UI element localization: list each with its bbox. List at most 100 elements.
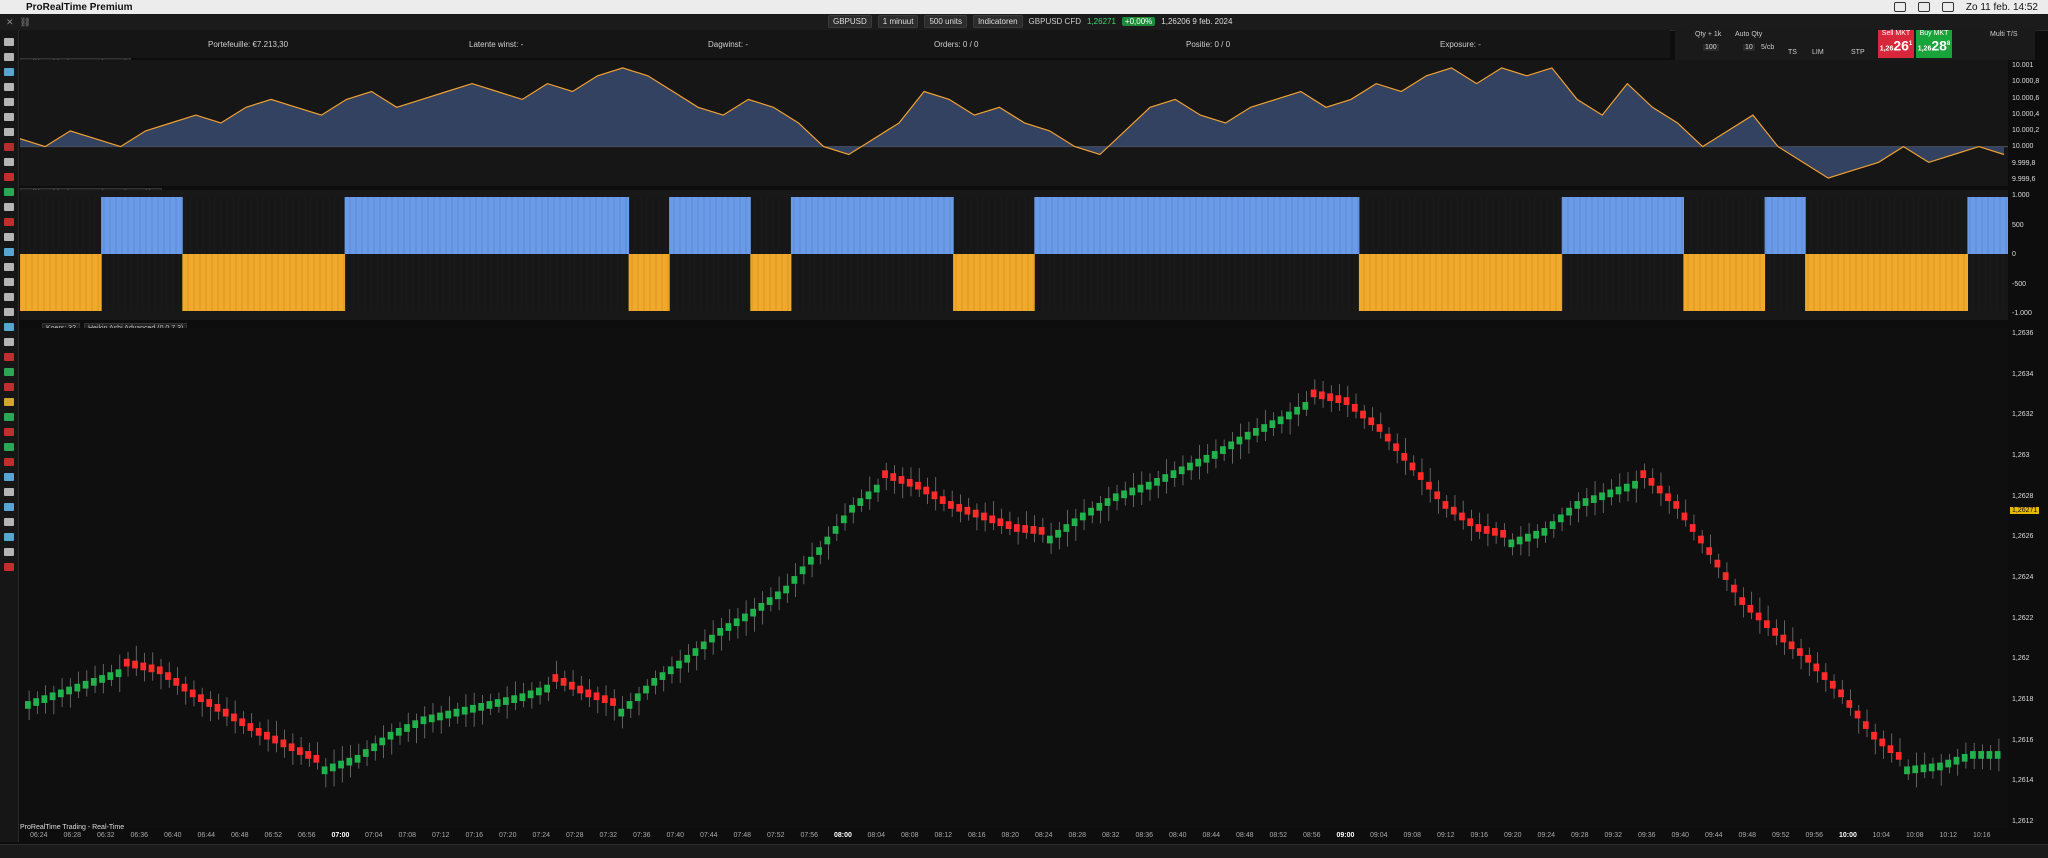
- bear-candle: [206, 699, 213, 707]
- drawing-tool-icon[interactable]: [4, 68, 14, 76]
- bull-candle: [362, 749, 369, 757]
- y-tick-label: -1.000: [2012, 310, 2032, 317]
- drawing-tool-icon[interactable]: [4, 248, 14, 256]
- bull-candle: [676, 660, 682, 669]
- y-tick-label: 10.000,4: [2012, 110, 2040, 118]
- lim-button[interactable]: LIM: [1812, 49, 1824, 56]
- bear-candle: [1871, 731, 1877, 740]
- drawing-tool-icon[interactable]: [4, 113, 14, 121]
- drawing-tool-icon[interactable]: [4, 518, 14, 526]
- indicators-button[interactable]: Indicatoren: [972, 15, 1023, 28]
- drawing-tool-icon[interactable]: [4, 323, 14, 331]
- drawing-tool-icon[interactable]: [4, 338, 14, 346]
- drawing-tool-icon[interactable]: [4, 533, 14, 541]
- wifi-icon[interactable]: [1893, 2, 1906, 12]
- x-tick-label: 06:56: [298, 832, 316, 839]
- buy-market-button[interactable]: Buy MKT 1,26288: [1916, 30, 1952, 58]
- drawing-tool-icon[interactable]: [4, 83, 14, 91]
- x-tick-label: 09:44: [1705, 832, 1723, 839]
- ts-button[interactable]: TS: [1788, 49, 1797, 56]
- drawing-tool-icon[interactable]: [4, 143, 14, 151]
- equity-chart[interactable]: [20, 60, 2008, 186]
- auto-qty-toggle[interactable]: Auto Qty: [1735, 31, 1762, 38]
- price-chart[interactable]: [20, 328, 2008, 828]
- drawing-tool-icon[interactable]: [4, 38, 14, 46]
- drawing-tool-icon[interactable]: [4, 398, 14, 406]
- drawing-tool-icon[interactable]: [4, 158, 14, 166]
- qty-input[interactable]: 100: [1703, 44, 1719, 51]
- orders-count[interactable]: Orders: 0 / 0: [934, 40, 978, 49]
- drawing-tool-icon[interactable]: [4, 488, 14, 496]
- drawing-tool-icon[interactable]: [4, 458, 14, 466]
- bull-candle: [420, 716, 427, 725]
- link-icon[interactable]: ⛓: [20, 17, 31, 28]
- qty-label[interactable]: Qty + 1k: [1695, 31, 1721, 38]
- drawing-tool-icon[interactable]: [4, 203, 14, 211]
- bull-candle: [115, 669, 122, 678]
- clock[interactable]: Zo 11 feb. 14:52: [1966, 2, 2038, 13]
- x-tick-label: 07:40: [666, 832, 685, 839]
- y-tick-label: 1,2632: [2012, 411, 2034, 419]
- drawing-tool-icon[interactable]: [4, 473, 14, 481]
- bull-candle: [329, 763, 336, 772]
- bull-candle: [1961, 753, 1968, 762]
- bull-candle: [1945, 759, 1952, 768]
- drawing-tool-icon[interactable]: [4, 428, 14, 436]
- x-tick-label: 08:08: [901, 832, 919, 839]
- bull-candle: [1228, 441, 1235, 450]
- drawing-tool-icon[interactable]: [4, 383, 14, 391]
- drawing-tool-icon[interactable]: [4, 128, 14, 136]
- stp-button[interactable]: STP: [1851, 49, 1865, 56]
- drawing-tool-icon[interactable]: [4, 353, 14, 361]
- search-icon[interactable]: [1941, 2, 1954, 12]
- position-count[interactable]: Positie: 0 / 0: [1186, 40, 1230, 49]
- instrument-selector[interactable]: GBPUSD: [828, 15, 872, 28]
- y-tick-label: 1,2636: [2012, 330, 2034, 337]
- app-title[interactable]: ProRealTime Premium: [26, 2, 133, 13]
- positions-chart[interactable]: [20, 190, 2008, 320]
- price-y-axis: 1,2636 1,2634 1,2632 1,263 1,2628 1,2626 1,262…: [2008, 328, 2048, 828]
- bull-candle: [750, 608, 757, 617]
- bull-candle: [692, 648, 699, 656]
- bear-candle: [1681, 512, 1688, 521]
- drawing-tool-icon[interactable]: [4, 308, 14, 316]
- drawing-tool-icon[interactable]: [4, 563, 14, 571]
- drawing-tool-icon[interactable]: [4, 188, 14, 196]
- bear-candle: [1739, 597, 1746, 605]
- x-tick-label: 09:16: [1470, 832, 1489, 839]
- close-icon[interactable]: ✕: [6, 17, 14, 28]
- bull-candle: [667, 666, 674, 675]
- y-tick-label: 1,2634: [2012, 370, 2034, 378]
- drawing-tool-icon[interactable]: [4, 98, 14, 106]
- bull-candle: [1154, 478, 1160, 486]
- drawing-tool-icon[interactable]: [4, 173, 14, 181]
- drawing-tool-icon[interactable]: [4, 413, 14, 421]
- bull-candle: [57, 689, 64, 698]
- y-tick-label: -500: [2012, 280, 2027, 288]
- units-selector[interactable]: 500 units: [924, 15, 967, 28]
- drawing-tool-icon[interactable]: [4, 293, 14, 301]
- drawing-tool-icon[interactable]: [4, 278, 14, 286]
- drawing-tool-icon[interactable]: [4, 503, 14, 511]
- battery-icon[interactable]: [1917, 2, 1930, 12]
- bull-candle: [404, 724, 410, 732]
- drawing-tool-icon[interactable]: [4, 263, 14, 271]
- timeframe-selector[interactable]: 1 minuut: [877, 15, 919, 28]
- sell-market-button[interactable]: Sell MKT 1,26261: [1878, 30, 1914, 58]
- drawing-tool-icon[interactable]: [4, 233, 14, 241]
- long-position-bar: [1642, 197, 1684, 254]
- drawing-tool-icon[interactable]: [4, 548, 14, 556]
- bear-candle: [981, 512, 987, 521]
- equity-y-axis: 10.001 10.000,8 10.000,6 10.000,4 10.000,2 10…: [2008, 60, 2048, 186]
- qty-step-input[interactable]: 10: [1743, 44, 1755, 51]
- bull-candle: [1516, 536, 1523, 545]
- quote-info: 1,26206 9 feb. 2024: [1161, 17, 1233, 26]
- multi-ts-label[interactable]: Multi T/S: [1990, 31, 2018, 38]
- drawing-tool-icon[interactable]: [4, 53, 14, 61]
- spinner-label[interactable]: 5/cb: [1761, 44, 1774, 51]
- y-tick-label: 10.000,2: [2012, 127, 2040, 135]
- drawing-tool-icon[interactable]: [4, 368, 14, 376]
- y-tick-label: 1,2624: [2012, 574, 2034, 581]
- drawing-tool-icon[interactable]: [4, 218, 14, 226]
- drawing-tool-icon[interactable]: [4, 443, 14, 451]
